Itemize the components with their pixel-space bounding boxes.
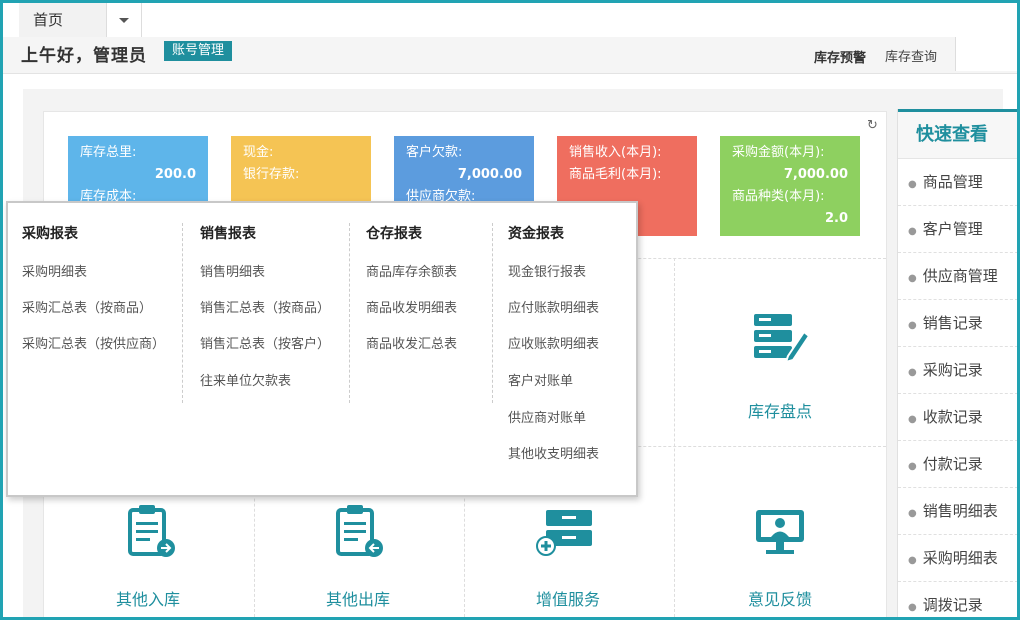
- quick-item[interactable]: ● 采购记录: [898, 347, 1017, 394]
- card-label: 采购金额(本月):: [732, 145, 825, 160]
- purchase-report-item[interactable]: 采购明细表: [22, 261, 87, 280]
- quick-item-label: 调拨记录: [922, 596, 983, 614]
- quick-item[interactable]: ● 供应商管理: [898, 253, 1017, 300]
- stock-warning-link[interactable]: 库存预警: [814, 47, 866, 66]
- cabinet-add-icon: [536, 510, 592, 556]
- funds-report-item[interactable]: 现金银行报表: [508, 261, 586, 280]
- card-label: 现金:: [243, 145, 274, 160]
- greeting-text: 上午好，管理员: [21, 46, 147, 66]
- warehouse-report-title: 仓存报表: [366, 226, 422, 242]
- card-label: 客户欠款:: [406, 145, 463, 160]
- bullet-icon: ●: [908, 602, 917, 613]
- quick-item[interactable]: ● 销售记录: [898, 300, 1017, 347]
- funds-report-item[interactable]: 应付账款明细表: [508, 297, 599, 316]
- funds-report-title: 资金报表: [508, 226, 564, 242]
- clipboard-in-icon: [128, 505, 175, 557]
- tile-label: 意见反馈: [747, 590, 812, 609]
- bullet-icon: ●: [908, 179, 917, 190]
- tile-label: 库存盘点: [747, 402, 812, 421]
- sales-report-item[interactable]: 销售汇总表（按商品）: [200, 297, 330, 316]
- quick-item[interactable]: ● 采购明细表: [898, 535, 1017, 582]
- quick-item[interactable]: ● 收款记录: [898, 394, 1017, 441]
- search-input[interactable]: [955, 37, 1017, 71]
- sales-report-item[interactable]: 销售汇总表（按客户）: [200, 333, 330, 352]
- bullet-icon: ●: [908, 320, 917, 331]
- card-label: 商品种类(本月):: [732, 189, 825, 204]
- funds-report-item[interactable]: 应收账款明细表: [508, 333, 599, 352]
- sales-report-item[interactable]: 往来单位欠款表: [200, 370, 291, 389]
- quick-item-label: 付款记录: [922, 455, 983, 473]
- monitor-user-icon: [756, 510, 804, 554]
- menu-divider: [182, 223, 183, 403]
- refresh-icon[interactable]: ↻: [867, 118, 878, 133]
- card-value: 7,000.00: [457, 167, 522, 182]
- warehouse-report-item[interactable]: 商品库存余额表: [366, 261, 457, 280]
- quick-item[interactable]: ● 销售明细表: [898, 488, 1017, 535]
- funds-report-item[interactable]: 其他收支明细表: [508, 443, 599, 462]
- card-label: 销售收入(本月):: [569, 145, 662, 160]
- bullet-icon: ●: [908, 461, 917, 472]
- bullet-icon: ●: [908, 367, 917, 378]
- stock-query-link[interactable]: 库存查询: [885, 46, 937, 65]
- quick-item-label: 采购记录: [922, 361, 983, 379]
- card-label: 银行存款:: [243, 167, 300, 182]
- bullet-icon: ●: [908, 414, 917, 425]
- bullet-icon: ●: [908, 508, 917, 519]
- stock-check-tile[interactable]: 库存盘点: [676, 280, 884, 450]
- sales-report-title: 销售报表: [200, 226, 256, 242]
- purchase-report-title: 采购报表: [22, 226, 78, 242]
- funds-report-item[interactable]: 供应商对账单: [508, 407, 586, 426]
- quick-view-panel: 快速查看 ● 商品管理 ● 客户管理 ● 供应商管理 ● 销售记录 ● 采购记录 ● 收款记…: [897, 109, 1017, 617]
- caret-down-icon: [119, 18, 129, 23]
- purchase-report-item[interactable]: 采购汇总表（按供应商）: [22, 333, 165, 352]
- quick-item-label: 收款记录: [922, 408, 983, 426]
- report-dropdown-menu: 采购报表 采购明细表 采购汇总表（按商品） 采购汇总表（按供应商） 销售报表 销…: [6, 201, 638, 497]
- quick-item-label: 供应商管理: [922, 267, 998, 285]
- purchase-report-item[interactable]: 采购汇总表（按商品）: [22, 297, 152, 316]
- tab-home[interactable]: 首页: [19, 3, 107, 37]
- card-label: 库存总里:: [80, 145, 137, 160]
- quick-view-title: 快速查看: [898, 109, 1017, 159]
- card-value: 2.0: [824, 211, 848, 226]
- clipboard-out-icon: [336, 505, 383, 557]
- sales-report-item[interactable]: 销售明细表: [200, 261, 265, 280]
- tab-dropdown-button[interactable]: [107, 3, 142, 37]
- app-window: 首页 上午好，管理员 账号管理 库存预警 库存查询 ↻ 库存总里: 200.0 …: [0, 0, 1020, 620]
- account-management-button[interactable]: 账号管理: [164, 41, 233, 61]
- feedback-tile[interactable]: 意见反馈: [676, 468, 884, 617]
- card-value: 7,000.00: [783, 167, 848, 182]
- bullet-icon: ●: [908, 555, 917, 566]
- warehouse-report-item[interactable]: 商品收发明细表: [366, 297, 457, 316]
- quick-item[interactable]: ● 客户管理: [898, 206, 1017, 253]
- quick-item-label: 销售记录: [922, 314, 983, 332]
- tile-label: 其他入库: [115, 590, 180, 609]
- tile-label: 增值服务: [535, 590, 600, 609]
- card-value: 200.0: [154, 167, 196, 182]
- quick-item[interactable]: ● 商品管理: [898, 159, 1017, 206]
- bullet-icon: ●: [908, 226, 917, 237]
- purchase-card[interactable]: 采购金额(本月): 7,000.00 商品种类(本月): 2.0: [720, 136, 860, 236]
- tile-label: 其他出库: [325, 590, 390, 609]
- warehouse-report-item[interactable]: 商品收发汇总表: [366, 333, 457, 352]
- menu-divider: [349, 223, 350, 403]
- quick-item-label: 客户管理: [922, 220, 983, 238]
- card-label: 商品毛利(本月):: [569, 167, 662, 182]
- quick-item-label: 商品管理: [922, 173, 983, 191]
- quick-item-label: 销售明细表: [922, 502, 998, 520]
- server-edit-icon: [754, 314, 810, 364]
- divider: [674, 258, 675, 617]
- funds-report-item[interactable]: 客户对账单: [508, 370, 573, 389]
- quick-item[interactable]: ● 付款记录: [898, 441, 1017, 488]
- quick-item-label: 采购明细表: [922, 549, 998, 567]
- header-bar: 上午好，管理员 账号管理 库存预警 库存查询: [3, 37, 1017, 74]
- tab-bar: 首页: [3, 3, 1017, 37]
- quick-item[interactable]: ● 调拨记录: [898, 582, 1017, 617]
- bullet-icon: ●: [908, 273, 917, 284]
- menu-divider: [492, 223, 493, 403]
